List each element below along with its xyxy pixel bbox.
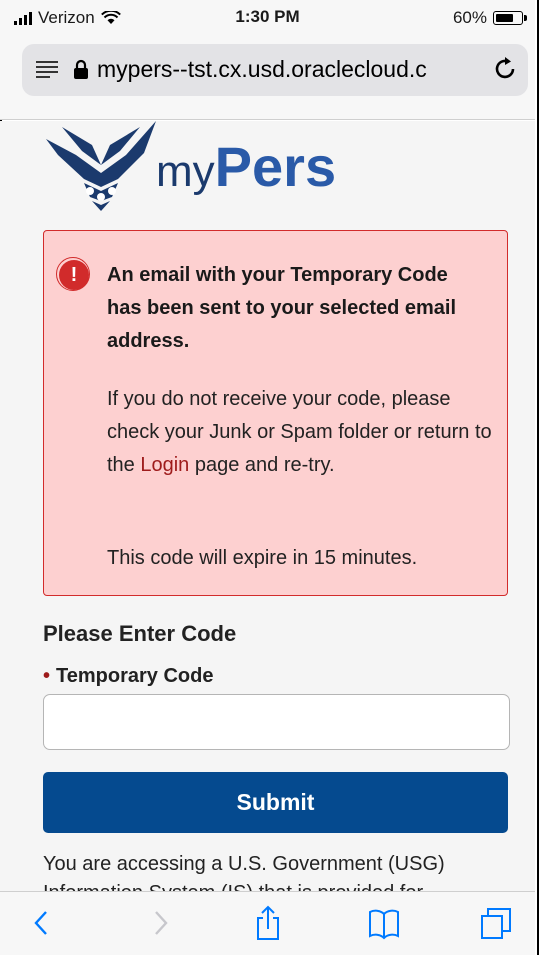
submit-button[interactable]: Submit [43, 772, 508, 833]
logo-wordmark: myPers [156, 137, 336, 202]
back-icon[interactable] [26, 904, 58, 942]
logo-pers: Pers [214, 135, 337, 198]
mypers-logo: myPers [46, 121, 386, 213]
alert-icon: ! [56, 257, 90, 291]
forward-icon[interactable] [144, 904, 176, 942]
status-bar: Verizon 1:30 PM 60% [0, 0, 535, 34]
page-content: myPers ! An email with your Temporary Co… [0, 121, 535, 891]
temporary-code-input[interactable] [43, 694, 510, 750]
temporary-code-label-text: Temporary Code [56, 665, 214, 687]
browser-address-area: mypers--tst.cx.usd.oraclecloud.c [0, 34, 535, 120]
section-title: Please Enter Code [43, 621, 237, 646]
temporary-code-label: • Temporary Code [43, 665, 213, 688]
alert-body-text-end: page and re-try. [189, 454, 335, 476]
bookmarks-icon[interactable] [368, 904, 400, 942]
air-force-wings-icon [46, 121, 156, 211]
status-right: 60% [452, 8, 527, 28]
battery-icon [493, 11, 527, 25]
alert-heading: An email with your Temporary Code has be… [107, 264, 457, 352]
tabs-icon[interactable] [480, 904, 512, 942]
alert-body: If you do not receive your code, please … [107, 383, 492, 482]
usg-disclaimer: You are accessing a U.S. Government (USG… [43, 853, 445, 891]
login-link[interactable]: Login [140, 454, 189, 476]
reload-icon[interactable] [492, 56, 518, 82]
logo-my: my [156, 147, 215, 196]
browser-toolbar [0, 891, 535, 955]
address-bar[interactable]: mypers--tst.cx.usd.oraclecloud.c [22, 44, 528, 96]
alert-expire-text: This code will expire in 15 minutes. [107, 547, 418, 569]
lock-icon [74, 59, 88, 79]
reader-menu-icon[interactable] [36, 60, 58, 78]
battery-percent: 60% [452, 8, 487, 27]
error-alert: ! An email with your Temporary Code has … [43, 230, 508, 596]
required-marker: • [43, 665, 51, 687]
url-text[interactable]: mypers--tst.cx.usd.oraclecloud.c [97, 56, 477, 83]
share-icon[interactable] [252, 904, 284, 942]
